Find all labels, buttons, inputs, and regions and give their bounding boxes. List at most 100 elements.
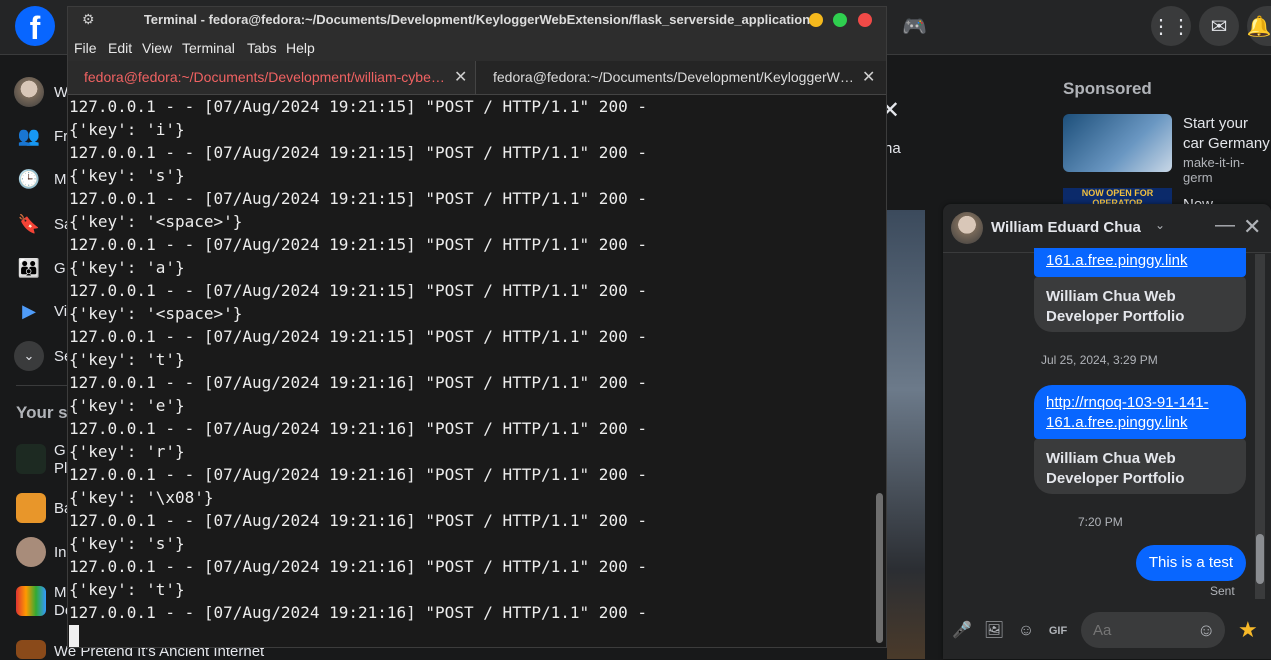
sidebar-divider [16, 385, 72, 386]
nav-label: M [54, 170, 67, 188]
avatar [14, 77, 44, 107]
terminal-line: {'key': 's'} [69, 534, 185, 553]
menu-bar: File Edit View Terminal Tabs Help [68, 34, 886, 61]
facebook-logo[interactable]: f [15, 6, 55, 46]
gif-icon[interactable]: GIF [1047, 620, 1069, 642]
shortcut-thumbnail[interactable] [16, 493, 46, 523]
ad-url[interactable]: make-it-in-germ [1183, 155, 1271, 185]
terminal-scrollbar[interactable] [874, 95, 886, 647]
tab-label: fedora@fedora:~/Documents/Development/wi… [84, 69, 445, 85]
shortcut-label[interactable]: In [54, 544, 67, 561]
terminal-tab-bar: fedora@fedora:~/Documents/Development/wi… [68, 61, 886, 95]
emoji-icon[interactable]: ☺ [1197, 620, 1215, 641]
video-icon: ▶ [22, 300, 36, 321]
message-timestamp: Jul 25, 2024, 3:29 PM [1041, 353, 1158, 367]
groups-icon: 👪 [17, 257, 41, 278]
terminal-line: 127.0.0.1 - - [07/Aug/2024 19:21:15] "PO… [69, 189, 647, 208]
tab-keylogger[interactable]: fedora@fedora:~/Documents/Development/Ke… [477, 61, 886, 94]
chat-contact-name[interactable]: William Eduard Chua [991, 219, 1141, 236]
sponsored-heading: Sponsored [1063, 79, 1152, 98]
terminal-cursor [69, 625, 79, 647]
minimize-button[interactable] [809, 13, 823, 27]
terminal-titlebar[interactable]: ⚙ Terminal - fedora@fedora:~/Documents/D… [68, 7, 886, 34]
tab-william-cyber[interactable]: fedora@fedora:~/Documents/Development/wi… [68, 61, 476, 94]
friends-icon: 👥 [17, 125, 41, 146]
terminal-line: 127.0.0.1 - - [07/Aug/2024 19:21:16] "PO… [69, 465, 647, 484]
image-icon[interactable]: 🖼 [983, 620, 1005, 642]
nav-memories[interactable]: 🕒 M [14, 161, 74, 197]
nav-see-more[interactable]: ⌄ Se [14, 338, 74, 374]
avatar[interactable] [951, 212, 983, 244]
link-preview-title[interactable]: William Chua Web Developer Portfolio [1034, 277, 1246, 332]
shortcut-thumbnail[interactable] [16, 537, 46, 567]
terminal-line: {'key': 't'} [69, 580, 185, 599]
maximize-button[interactable] [833, 13, 847, 27]
link-preview-title[interactable]: William Chua Web Developer Portfolio [1034, 439, 1246, 494]
chat-scrollbar[interactable] [1255, 254, 1265, 599]
minimize-icon[interactable]: — [1215, 214, 1235, 237]
sticker-icon[interactable]: ☺ [1015, 620, 1037, 642]
facebook-left-sidebar: W 👥 Fr 🕒 M 🔖 Sa 👪 G ▶ Vi ⌄ Se [0, 54, 72, 659]
terminal-line: 127.0.0.1 - - [07/Aug/2024 19:21:16] "PO… [69, 511, 647, 530]
menu-help[interactable]: Help [286, 40, 315, 56]
shortcuts-heading: Your s [16, 403, 68, 422]
terminal-line: {'key': 'e'} [69, 396, 185, 415]
ad-title[interactable]: Start your car Germany [1183, 114, 1271, 154]
nav-profile[interactable]: W [14, 74, 74, 110]
menu-terminal[interactable]: Terminal [182, 40, 235, 56]
terminal-line: 127.0.0.1 - - [07/Aug/2024 19:21:15] "PO… [69, 143, 647, 162]
shortcut-thumbnail[interactable] [16, 586, 46, 616]
shortcut-label[interactable]: G Pl [54, 442, 67, 478]
message-timestamp: 7:20 PM [1078, 515, 1123, 529]
terminal-output[interactable]: 127.0.0.1 - - [07/Aug/2024 19:21:15] "PO… [68, 95, 874, 647]
notifications-icon[interactable]: 🔔 [1247, 6, 1271, 46]
menu-file[interactable]: File [74, 40, 97, 56]
close-icon[interactable]: ✕ [1243, 214, 1261, 240]
close-icon[interactable]: ✕ [862, 61, 875, 94]
terminal-line: 127.0.0.1 - - [07/Aug/2024 19:21:16] "PO… [69, 419, 647, 438]
microphone-icon[interactable]: 🎤 [951, 620, 973, 642]
scrollbar-thumb[interactable] [1256, 534, 1264, 584]
shortcut-thumbnail[interactable] [16, 640, 46, 659]
message-link[interactable]: http://rnqoq-103-91-141-161.a.free.pingg… [1034, 385, 1246, 439]
terminal-line: 127.0.0.1 - - [07/Aug/2024 19:21:16] "PO… [69, 557, 647, 576]
shortcut-thumbnail[interactable] [16, 444, 46, 474]
nav-video[interactable]: ▶ Vi [14, 293, 74, 329]
terminal-line: {'key': 'i'} [69, 120, 185, 139]
terminal-window: ⚙ Terminal - fedora@fedora:~/Documents/D… [67, 6, 887, 648]
terminal-line: 127.0.0.1 - - [07/Aug/2024 19:21:16] "PO… [69, 373, 647, 392]
tab-label: fedora@fedora:~/Documents/Development/Ke… [493, 69, 854, 85]
star-icon[interactable]: ★ [1238, 617, 1258, 643]
gaming-icon[interactable]: 🎮 [902, 14, 928, 40]
terminal-line: {'key': 't'} [69, 350, 185, 369]
window-title: Terminal - fedora@fedora:~/Documents/Dev… [143, 12, 811, 27]
message-link[interactable]: 161.a.free.pinggy.link [1034, 248, 1246, 277]
terminal-line: 127.0.0.1 - - [07/Aug/2024 19:21:15] "PO… [69, 327, 647, 346]
nav-saved[interactable]: 🔖 Sa [14, 206, 74, 242]
nav-friends[interactable]: 👥 Fr [14, 118, 74, 154]
message-status: Sent [1210, 584, 1235, 598]
nav-groups[interactable]: 👪 G [14, 250, 74, 286]
terminal-line: 127.0.0.1 - - [07/Aug/2024 19:21:15] "PO… [69, 235, 647, 254]
chat-composer: 🎤 🖼 ☺ GIF ☺ ★ [943, 604, 1271, 659]
saved-icon: 🔖 [17, 213, 41, 234]
close-button[interactable] [858, 13, 872, 27]
menu-view[interactable]: View [142, 40, 172, 56]
apps-icon[interactable]: ⋮⋮ [1151, 6, 1191, 46]
chevron-down-icon[interactable]: ⌄ [1155, 218, 1165, 232]
chat-header[interactable]: William Eduard Chua ⌄ — ✕ [943, 204, 1271, 253]
menu-tabs[interactable]: Tabs [247, 40, 277, 56]
scrollbar-thumb[interactable] [876, 493, 883, 643]
memories-icon: 🕒 [17, 168, 41, 189]
terminal-line: {'key': '<space>'} [69, 304, 243, 323]
ad-image[interactable] [1063, 114, 1172, 172]
nav-label: Vi [54, 302, 68, 320]
terminal-line: {'key': 's'} [69, 166, 185, 185]
messenger-icon[interactable]: ✉ [1199, 6, 1239, 46]
menu-edit[interactable]: Edit [108, 40, 132, 56]
message-bubble[interactable]: This is a test [1136, 545, 1246, 581]
terminal-line: 127.0.0.1 - - [07/Aug/2024 19:21:16] "PO… [69, 603, 647, 622]
terminal-line: {'key': '<space>'} [69, 212, 243, 231]
terminal-line: 127.0.0.1 - - [07/Aug/2024 19:21:15] "PO… [69, 97, 647, 116]
close-icon[interactable]: ✕ [454, 61, 467, 94]
